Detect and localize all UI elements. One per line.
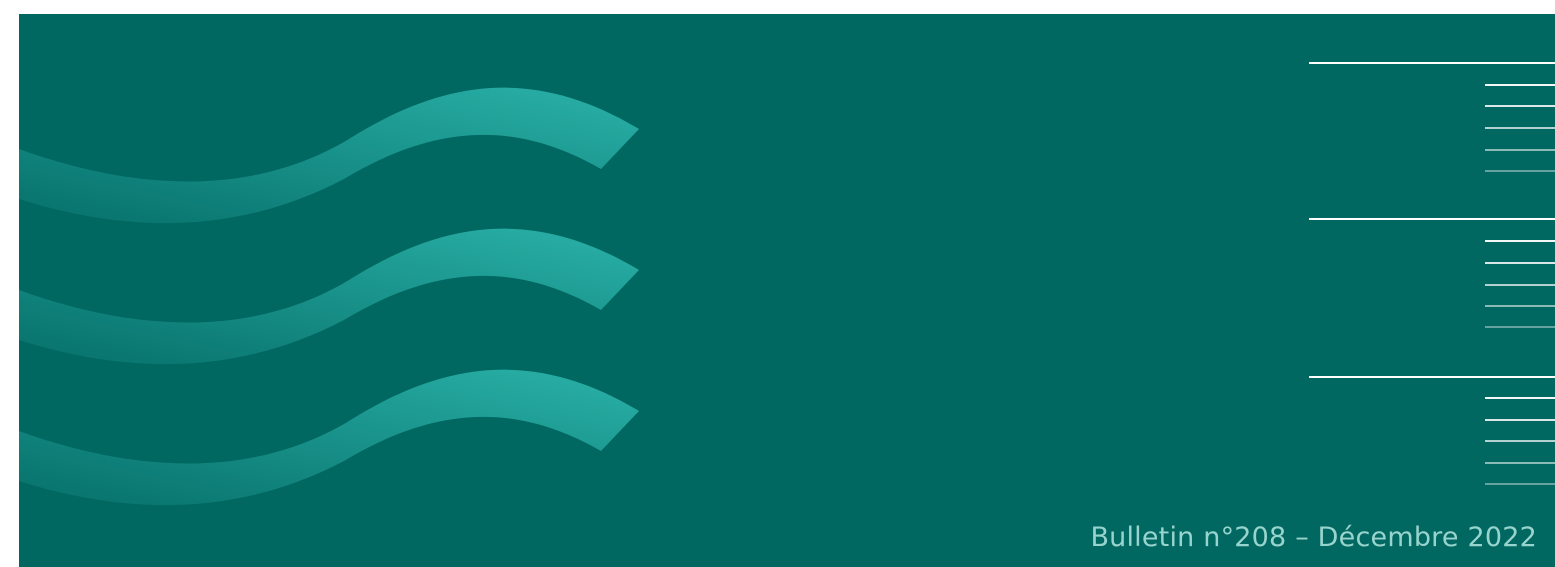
bulletin-banner: Bulletin n°208 – Décembre 2022 bbox=[19, 14, 1555, 567]
bulletin-caption: Bulletin n°208 – Décembre 2022 bbox=[1090, 522, 1537, 553]
ruler-lines bbox=[1309, 62, 1555, 485]
